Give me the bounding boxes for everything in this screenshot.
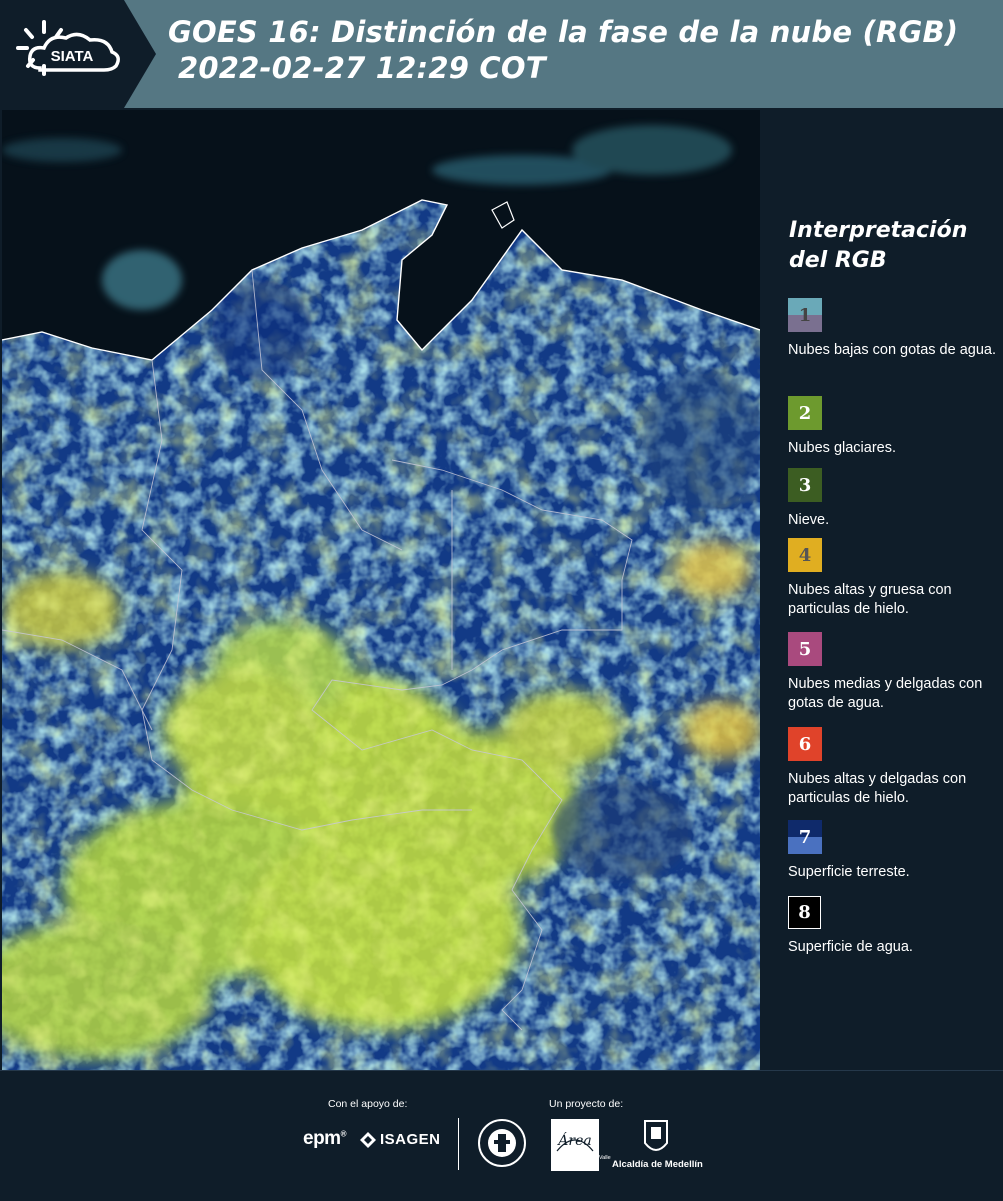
legend-swatch-5: 5 xyxy=(788,632,822,666)
isagen-logo: ISAGEN xyxy=(360,1131,441,1148)
legend-description: Superficie terreste. xyxy=(788,864,910,880)
legend-swatch-7: 7 xyxy=(788,820,822,854)
legend-swatch-2: 2 xyxy=(788,396,822,430)
satellite-image xyxy=(2,110,760,1070)
legend-swatch-3: 3 xyxy=(788,468,822,502)
siata-logo: SIATA xyxy=(0,0,158,108)
legend-number: 1 xyxy=(798,304,812,326)
legend-swatch-6: 6 xyxy=(788,727,822,761)
legend-number: 7 xyxy=(798,826,812,848)
legend-item-6: 6 Nubes altas y delgadas con particulas d… xyxy=(788,727,1000,808)
legend-number: 8 xyxy=(798,902,811,923)
legend-item-3: 3 Nieve. xyxy=(788,468,1000,530)
legend-item-4: 4 Nubes altas y gruesa con particulas de … xyxy=(788,538,1000,619)
legend-panel: Interpretación del RGB 1 Nubes bajas con … xyxy=(760,110,1003,1070)
footer-bar: Con el apoyo de: Un proyecto de: epm® IS… xyxy=(0,1070,1003,1201)
legend-number: 2 xyxy=(798,402,812,424)
legend-item-2: 2 Nubes glaciares. xyxy=(788,396,1000,458)
project-label: Un proyecto de: xyxy=(549,1098,624,1110)
page-title: GOES 16: Distinción de la fase de la nub… xyxy=(168,14,958,86)
university-seal-icon xyxy=(478,1119,526,1167)
isagen-icon xyxy=(360,1131,376,1148)
alcaldia-label: Alcaldía de Medellín xyxy=(612,1159,703,1170)
title-line-2: 2022-02-27 12:29 COT xyxy=(178,51,546,85)
support-label: Con el apoyo de: xyxy=(328,1098,408,1110)
legend-description: Nubes glaciares. xyxy=(788,440,896,456)
legend-item-1: 1 Nubes bajas con gotas de agua. xyxy=(788,298,1000,360)
legend-number: 3 xyxy=(798,474,812,496)
legend-swatch-4: 4 xyxy=(788,538,822,572)
isagen-logo-text: ISAGEN xyxy=(380,1131,441,1148)
legend-title: Interpretación del RGB xyxy=(789,218,968,273)
header-bar: SIATA GOES 16: Distinción de la fase de … xyxy=(0,0,1003,108)
legend-item-8: 8 Superficie de agua. xyxy=(788,896,1000,957)
legend-number: 6 xyxy=(798,733,812,755)
legend-description: Nubes bajas con gotas de agua. xyxy=(788,342,996,358)
epm-logo: epm® xyxy=(303,1128,347,1149)
legend-swatch-8: 8 xyxy=(788,896,821,929)
title-line-1: GOES 16: Distinción de la fase de la nub… xyxy=(168,15,959,49)
legend-item-5: 5 Nubes medias y delgadas con gotas de ag… xyxy=(788,632,1000,713)
alcaldia-shield-icon xyxy=(644,1120,668,1151)
legend-description: Nubes altas y delgadas con particulas de… xyxy=(788,771,967,806)
legend-description: Nubes altas y gruesa con particulas de h… xyxy=(788,582,952,617)
legend-number: 5 xyxy=(798,638,812,660)
legend-item-7: 7 Superficie terreste. xyxy=(788,820,1000,882)
legend-number: 4 xyxy=(798,544,812,566)
legend-description: Nieve. xyxy=(788,512,830,528)
footer-divider xyxy=(458,1118,459,1170)
area-subtitle: METROPOLITANA Valle de Aburrá xyxy=(551,1155,611,1168)
epm-logo-text: epm xyxy=(303,1128,341,1149)
legend-description: Superficie de agua. xyxy=(788,939,913,955)
legend-description: Nubes medias y delgadas con gotas de agu… xyxy=(788,676,983,711)
siata-logo-text: SIATA xyxy=(51,48,94,65)
satellite-map xyxy=(2,110,760,1070)
legend-swatch-1: 1 xyxy=(788,298,822,332)
